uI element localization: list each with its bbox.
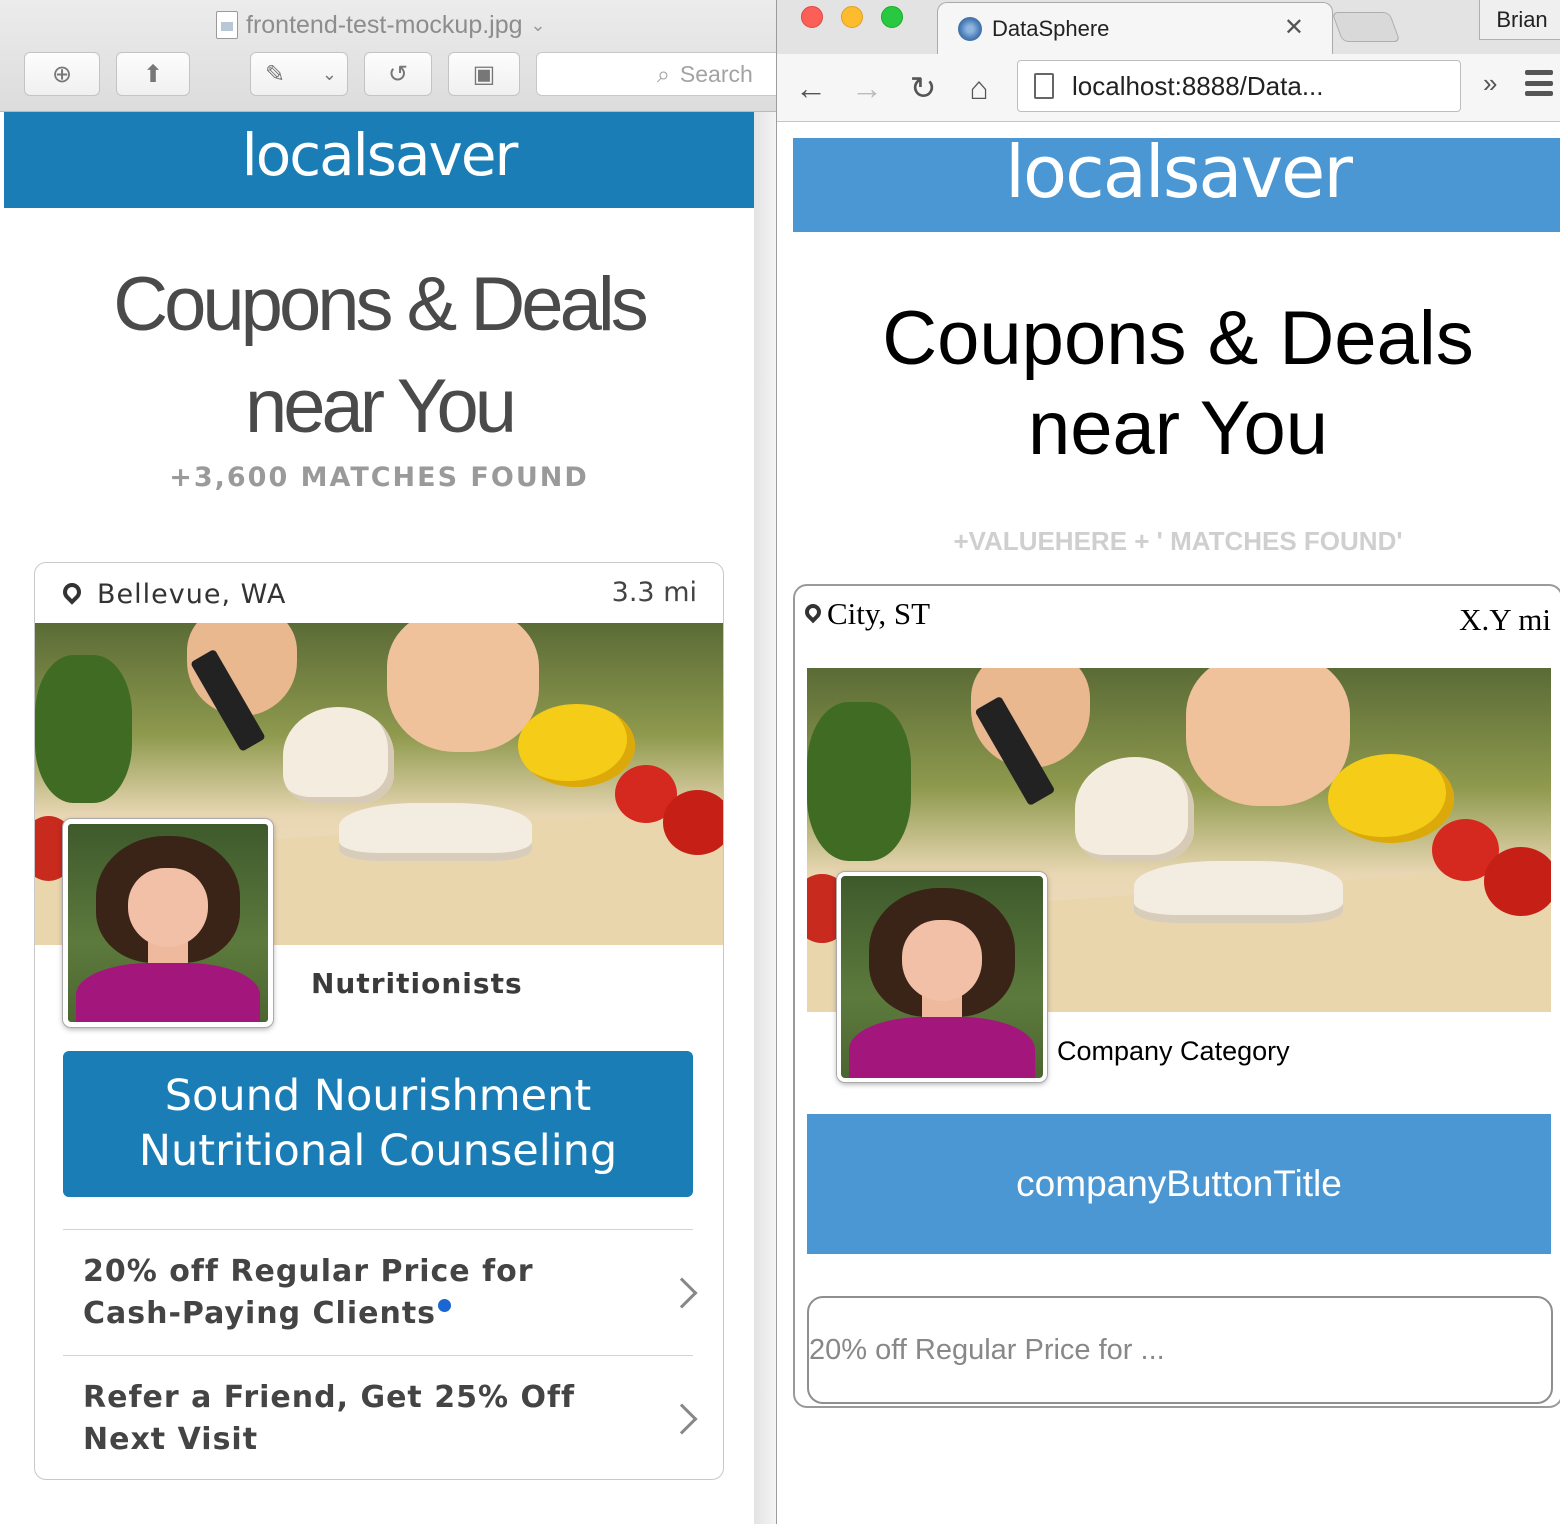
menu-icon[interactable] bbox=[1525, 70, 1553, 96]
zoom-in-button[interactable]: ⊕ bbox=[24, 52, 100, 96]
toolbox-button[interactable]: ▣ bbox=[448, 52, 520, 96]
deal-item[interactable]: 20% off Regular Price for Cash-Paying Cl… bbox=[63, 1229, 698, 1355]
window-edge bbox=[754, 112, 776, 1524]
preview-window-title[interactable]: frontend-test-mockup.jpg ⌄ bbox=[216, 8, 546, 42]
company-button[interactable]: companyButtonTitle bbox=[807, 1114, 1551, 1254]
headline-line-1: Coupons & Deals bbox=[882, 296, 1474, 381]
deal-card: City, ST X.Y mi Company Category company… bbox=[793, 584, 1560, 1408]
card-location: Bellevue, WA bbox=[59, 577, 287, 611]
distance: 3.3 mi bbox=[611, 577, 697, 608]
preview-window: frontend-test-mockup.jpg ⌄ ⊕ ⬆ ✎ ⌄ ↺ ▣ ⌕… bbox=[0, 0, 776, 1524]
deal-item[interactable]: 20% off Regular Price for ... bbox=[807, 1296, 1553, 1404]
mockup-headline: Coupons & Deals near You bbox=[4, 254, 754, 458]
markup-button[interactable]: ✎ ⌄ bbox=[250, 52, 348, 96]
mockup-image: localsaver Coupons & Deals near You +3,6… bbox=[4, 112, 754, 1524]
globe-favicon-icon bbox=[958, 16, 982, 41]
address-bar[interactable]: localhost:8888/Data... 6 ☆ bbox=[1017, 60, 1461, 112]
share-button[interactable]: ⬆ bbox=[116, 52, 190, 96]
share-icon: ⬆ bbox=[142, 60, 164, 88]
deal-item[interactable]: Refer a Friend, Get 25% Off Next Visit bbox=[63, 1355, 698, 1479]
headline-line-1: Coupons & Deals bbox=[113, 262, 648, 347]
location-text: Bellevue, WA bbox=[97, 578, 287, 610]
card-location: City, ST bbox=[801, 596, 931, 632]
company-category: Nutritionists bbox=[311, 967, 523, 1000]
search-icon: ⌕ bbox=[657, 60, 670, 87]
mockup-header: localsaver bbox=[4, 112, 754, 208]
page-icon bbox=[1034, 73, 1054, 99]
rotate-icon: ↺ bbox=[387, 60, 409, 88]
matches-count: +VALUEHERE + ' MATCHES FOUND' bbox=[953, 526, 1403, 556]
deal-card: Bellevue, WA 3.3 mi Nutritionists Sound … bbox=[34, 562, 724, 1480]
headline-line-2: near You bbox=[244, 364, 517, 449]
profile-button[interactable]: Brian bbox=[1479, 0, 1560, 40]
toolbox-icon: ▣ bbox=[472, 60, 496, 88]
chevron-down-icon[interactable]: ⌄ bbox=[531, 15, 546, 36]
new-indicator-dot bbox=[438, 1298, 452, 1312]
location-pin-icon bbox=[59, 579, 85, 605]
localsaver-logo: localsaver bbox=[1005, 130, 1353, 214]
reload-icon[interactable]: ↻ bbox=[903, 68, 943, 108]
minimize-window-button[interactable] bbox=[841, 6, 863, 28]
deal-title: 20% off Regular Price for ... bbox=[809, 1333, 1165, 1366]
tab-title: DataSphere bbox=[992, 15, 1110, 41]
image-file-icon bbox=[216, 11, 238, 39]
forward-arrow-icon[interactable]: → bbox=[847, 68, 887, 108]
zoom-window-button[interactable] bbox=[881, 6, 903, 28]
preview-title-text: frontend-test-mockup.jpg bbox=[246, 10, 523, 39]
new-tab-button[interactable] bbox=[1331, 12, 1401, 42]
deal-title-line-2: Cash-Paying Clients bbox=[83, 1295, 437, 1331]
page-header: localsaver bbox=[793, 130, 1560, 232]
markup-pen-icon: ✎ bbox=[265, 60, 286, 88]
zoom-in-icon: ⊕ bbox=[51, 60, 73, 88]
deal-title-line-1: Refer a Friend, Get 25% Off bbox=[83, 1379, 576, 1415]
desktop: frontend-test-mockup.jpg ⌄ ⊕ ⬆ ✎ ⌄ ↺ ▣ ⌕… bbox=[0, 0, 1560, 1524]
location-pin-icon bbox=[801, 600, 825, 624]
markup-dropdown-icon[interactable]: ⌄ bbox=[322, 64, 337, 85]
company-category: Company Category bbox=[1057, 1036, 1290, 1066]
chevron-right-icon bbox=[666, 1402, 698, 1435]
localsaver-logo: localsaver bbox=[241, 121, 519, 189]
rotate-button[interactable]: ↺ bbox=[364, 52, 432, 96]
preview-search-field[interactable]: ⌕ Search bbox=[536, 52, 776, 96]
chevron-right-icon bbox=[666, 1276, 698, 1309]
chrome-window: DataSphere ✕ Brian ← → ↻ ⌂ localhost:888… bbox=[776, 0, 1560, 1524]
location-text: City, ST bbox=[827, 596, 931, 631]
close-window-button[interactable] bbox=[801, 6, 823, 28]
back-arrow-icon[interactable]: ← bbox=[791, 68, 831, 108]
headline-line-2: near You bbox=[1027, 386, 1329, 471]
company-button-line-1: Sound Nourishment bbox=[164, 1071, 592, 1121]
close-tab-icon[interactable]: ✕ bbox=[1284, 13, 1304, 42]
extensions-overflow-icon[interactable]: » bbox=[1483, 68, 1497, 99]
rendered-page: localsaver Coupons & Deals near You +VAL… bbox=[777, 122, 1560, 1524]
home-icon[interactable]: ⌂ bbox=[959, 68, 999, 108]
provider-avatar bbox=[837, 872, 1047, 1082]
deal-title-line-2: Next Visit bbox=[83, 1421, 259, 1457]
chrome-tabstrip: DataSphere ✕ Brian bbox=[777, 0, 1560, 54]
browser-tab[interactable]: DataSphere ✕ bbox=[937, 2, 1333, 54]
company-button-line-2: Nutritional Counseling bbox=[138, 1126, 618, 1176]
distance: X.Y mi bbox=[1459, 602, 1551, 637]
page-headline: Coupons & Deals near You bbox=[793, 294, 1560, 474]
matches-count: +3,600 MATCHES FOUND bbox=[169, 462, 589, 493]
chrome-toolbar: ← → ↻ ⌂ localhost:8888/Data... 6 ☆ » bbox=[777, 54, 1560, 122]
url-text: localhost:8888/Data... bbox=[1072, 70, 1324, 101]
company-button[interactable]: Sound Nourishment Nutritional Counseling bbox=[63, 1051, 693, 1197]
preview-titlebar: frontend-test-mockup.jpg ⌄ ⊕ ⬆ ✎ ⌄ ↺ ▣ ⌕… bbox=[0, 0, 776, 112]
search-placeholder: Search bbox=[679, 60, 753, 87]
deal-title-line-1: 20% off Regular Price for bbox=[83, 1253, 534, 1289]
provider-avatar bbox=[63, 819, 273, 1027]
